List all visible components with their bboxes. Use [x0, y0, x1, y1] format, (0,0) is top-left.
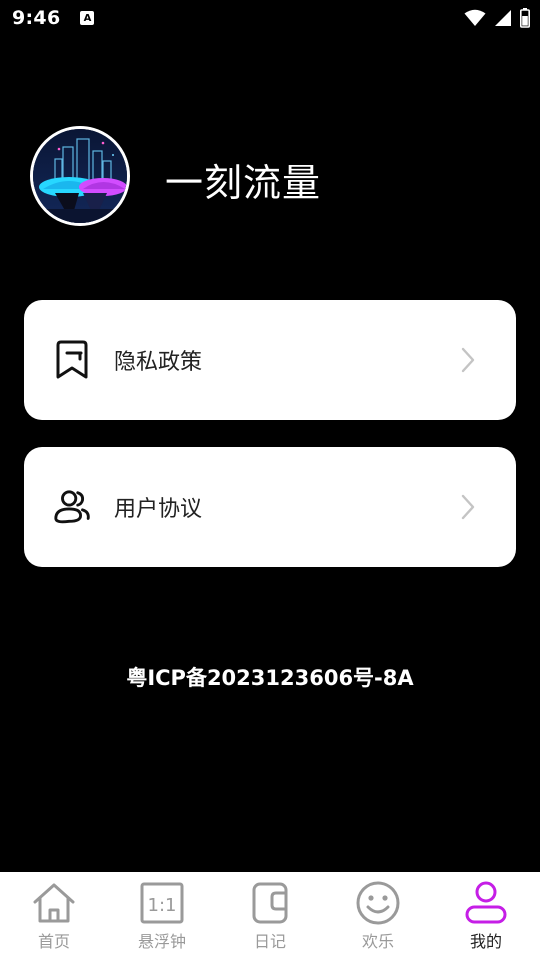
- bookmark-icon: [52, 338, 92, 382]
- user-icon: [461, 880, 511, 926]
- notification-a-icon: A: [80, 11, 95, 25]
- user-agreement-item[interactable]: 用户协议: [24, 447, 516, 567]
- status-time: 9:46: [12, 7, 61, 29]
- nav-item-home[interactable]: 首页: [0, 872, 108, 960]
- chevron-right-icon: [458, 345, 478, 375]
- nav-label-mine: 我的: [469, 932, 502, 951]
- privacy-policy-label: 隐私政策: [114, 350, 203, 375]
- home-icon: [29, 880, 79, 926]
- users-icon: [52, 485, 92, 529]
- privacy-policy-item[interactable]: 隐私政策: [24, 300, 516, 420]
- wifi-icon: [464, 9, 486, 26]
- status-icons: [464, 8, 530, 28]
- nav-label-floating-clock: 悬浮钟: [137, 932, 186, 951]
- nav-item-diary[interactable]: 日记: [216, 872, 324, 960]
- chevron-right-icon: [458, 492, 478, 522]
- nav-item-floating-clock[interactable]: 1:1 悬浮钟: [108, 872, 216, 960]
- smile-icon: [353, 880, 403, 926]
- diary-icon: [245, 880, 295, 926]
- nav-item-fun[interactable]: 欢乐: [324, 872, 432, 960]
- bottom-nav: 首页 1:1 悬浮钟 日记 欢乐 我的: [0, 872, 540, 960]
- icp-record: 粤ICP备2023123606号-8A: [126, 666, 414, 690]
- nav-label-home: 首页: [37, 932, 70, 951]
- ratio-icon-text: 1:1: [148, 895, 177, 916]
- app-avatar: [30, 126, 130, 226]
- signal-icon: [495, 10, 511, 26]
- nav-label-fun: 欢乐: [361, 932, 394, 951]
- nav-item-mine[interactable]: 我的: [432, 872, 540, 960]
- nav-label-diary: 日记: [253, 932, 286, 951]
- battery-icon: [520, 8, 530, 28]
- ratio-icon: 1:1: [137, 880, 187, 926]
- app-name: 一刻流量: [165, 161, 322, 205]
- user-agreement-label: 用户协议: [114, 497, 203, 522]
- status-bar: 9:46 A: [0, 0, 540, 36]
